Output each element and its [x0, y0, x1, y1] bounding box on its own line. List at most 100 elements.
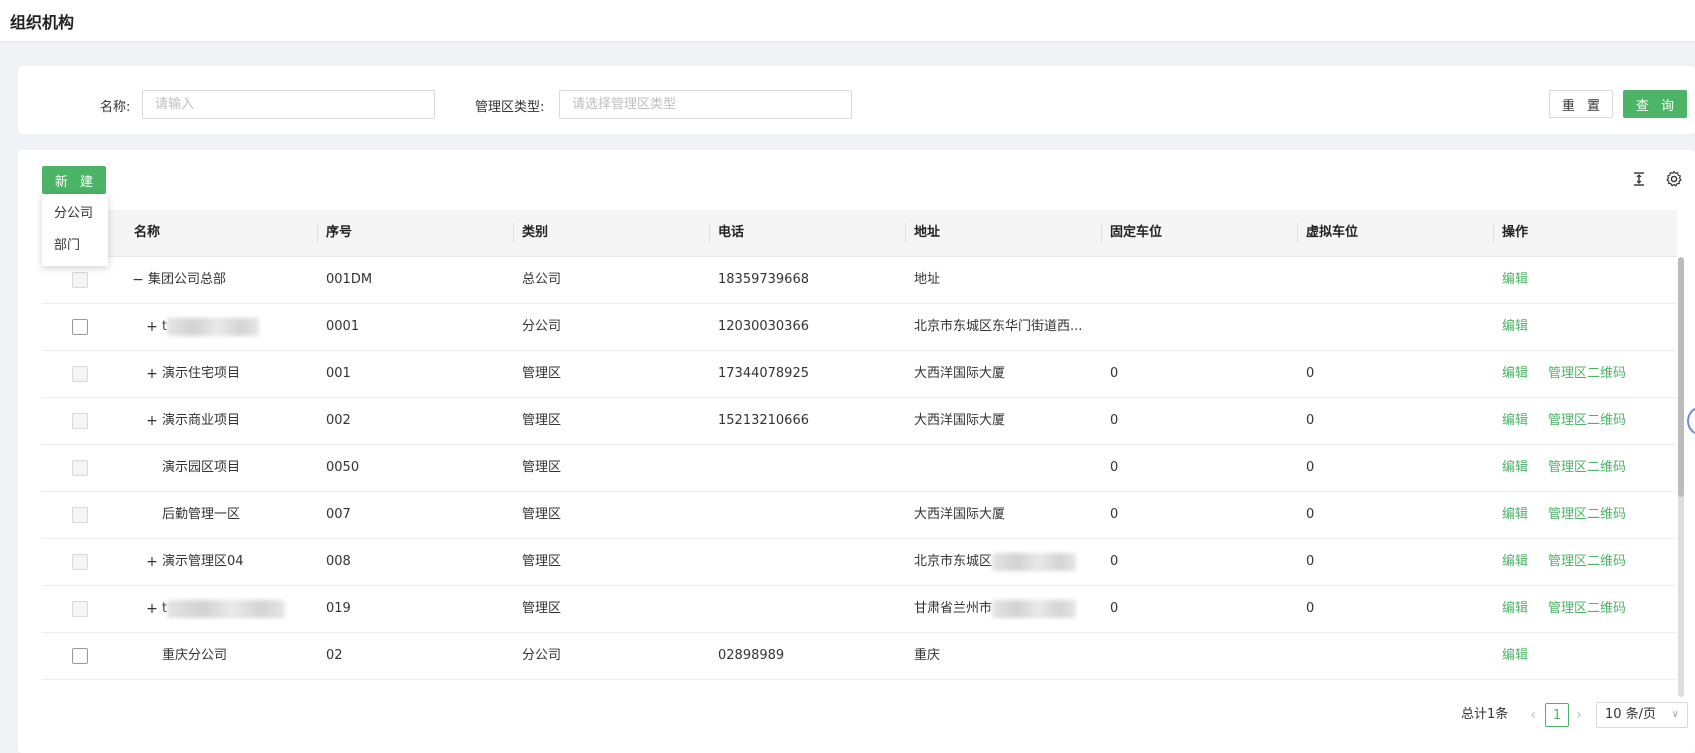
cell-fixed: 0 — [1102, 445, 1292, 491]
next-page-button[interactable]: › — [1571, 703, 1587, 727]
cell-phone — [710, 586, 900, 632]
qr-code-link[interactable]: 管理区二维码 — [1548, 492, 1626, 538]
page-title: 组织机构 — [10, 12, 75, 32]
edit-link[interactable]: 编辑 — [1502, 445, 1528, 491]
redacted-text — [167, 599, 286, 618]
cell-name-text: 演示管理区04 — [162, 554, 244, 569]
cell-virtual-text: 0 — [1306, 366, 1315, 381]
edit-link[interactable]: 编辑 — [1502, 539, 1528, 585]
table-row: + 演示商业项目 002 管理区 15213210666 大西洋国际大厦 0 0 编辑 管理区二维… — [42, 398, 1677, 445]
cell-virtual-text: 0 — [1306, 601, 1315, 616]
edit-link[interactable]: 编辑 — [1502, 586, 1528, 632]
dropdown-item-branch[interactable]: 分公司 — [42, 198, 108, 230]
cell-fixed-text: 0 — [1110, 507, 1119, 522]
column-header-phone: 电话 — [718, 225, 745, 240]
cell-fixed — [1102, 257, 1292, 303]
cell-virtual-text: 0 — [1306, 507, 1315, 522]
qr-code-link[interactable]: 管理区二维码 — [1548, 398, 1626, 444]
page-size-select[interactable]: 10 条/页 ∨ — [1596, 702, 1688, 728]
cell-virtual — [1298, 304, 1488, 350]
vertical-scrollbar[interactable] — [1678, 257, 1684, 697]
chevron-down-icon: ∨ — [1671, 709, 1679, 720]
column-height-icon[interactable] — [1630, 170, 1648, 188]
cell-name: t — [154, 304, 314, 350]
cell-address: 大西洋国际大厦 — [906, 492, 1094, 538]
row-checkbox — [72, 413, 88, 429]
cell-category: 管理区 — [514, 398, 704, 444]
cell-category-text: 管理区 — [522, 460, 562, 475]
qr-code-link[interactable]: 管理区二维码 — [1548, 445, 1626, 491]
cell-category: 管理区 — [514, 539, 704, 585]
cell-serial-text: 019 — [326, 601, 351, 616]
edit-link[interactable]: 编辑 — [1502, 257, 1528, 303]
name-search-input[interactable] — [142, 90, 435, 119]
cell-virtual-text: 0 — [1306, 460, 1315, 475]
cell-fixed: 0 — [1102, 492, 1292, 538]
cell-address: 甘肃省兰州市 — [906, 586, 1094, 632]
cell-name-text: 重庆分公司 — [162, 648, 228, 663]
edit-link[interactable]: 编辑 — [1502, 633, 1528, 679]
edit-link[interactable]: 编辑 — [1502, 398, 1528, 444]
table-body: − 集团公司总部 001DM 总公司 18359739668 地址 编辑 + t 0001 分公司 1… — [42, 257, 1677, 680]
gear-icon[interactable] — [1665, 170, 1683, 188]
cell-category: 分公司 — [514, 633, 704, 679]
qr-code-link[interactable]: 管理区二维码 — [1548, 586, 1626, 632]
page-size-value: 10 条/页 — [1605, 707, 1657, 722]
qr-code-link[interactable]: 管理区二维码 — [1548, 539, 1626, 585]
cell-phone — [710, 445, 900, 491]
cell-serial-text: 02 — [326, 648, 343, 663]
cell-fixed-text: 0 — [1110, 413, 1119, 428]
title-bar: 组织机构 — [0, 0, 1695, 42]
query-button[interactable]: 查 询 — [1623, 90, 1687, 118]
reset-button[interactable]: 重 置 — [1549, 90, 1613, 118]
row-checkbox — [72, 507, 88, 523]
cell-name: 演示住宅项目 — [154, 351, 314, 397]
row-checkbox[interactable] — [72, 319, 88, 335]
row-checkbox — [72, 272, 88, 288]
cell-address: 北京市东城区 — [906, 539, 1094, 585]
new-button[interactable]: 新 建 — [42, 166, 106, 194]
cell-virtual: 0 — [1298, 539, 1488, 585]
cell-fixed: 0 — [1102, 586, 1292, 632]
search-panel: 名称: 管理区类型: 重 置 查 询 — [18, 66, 1695, 134]
cell-serial-text: 008 — [326, 554, 351, 569]
edit-link[interactable]: 编辑 — [1502, 351, 1528, 397]
page-number-1[interactable]: 1 — [1545, 703, 1569, 727]
cell-category: 管理区 — [514, 351, 704, 397]
cell-address: 重庆 — [906, 633, 1094, 679]
cell-phone — [710, 492, 900, 538]
cell-virtual: 0 — [1298, 445, 1488, 491]
table-row: + 演示住宅项目 001 管理区 17344078925 大西洋国际大厦 0 0 编辑 管理区二维… — [42, 351, 1677, 398]
cell-serial: 007 — [318, 492, 508, 538]
row-checkbox — [72, 554, 88, 570]
cell-virtual — [1298, 633, 1488, 679]
qr-code-link[interactable]: 管理区二维码 — [1548, 351, 1626, 397]
edit-link[interactable]: 编辑 — [1502, 492, 1528, 538]
cell-address-text: 大西洋国际大厦 — [914, 366, 1006, 381]
cell-phone: 18359739668 — [710, 257, 900, 303]
cell-serial: 001 — [318, 351, 508, 397]
cell-address-text: 北京市东城区 — [914, 554, 993, 569]
name-label: 名称: — [100, 100, 131, 115]
redacted-text — [992, 599, 1077, 618]
dropdown-item-department[interactable]: 部门 — [42, 230, 108, 262]
cell-serial-text: 002 — [326, 413, 351, 428]
scrollbar-thumb[interactable] — [1678, 257, 1684, 497]
row-checkbox[interactable] — [72, 648, 88, 664]
cell-category: 管理区 — [514, 492, 704, 538]
table-header: 名称 序号 类别 电话 地址 固定车位 虚拟车位 操作 — [42, 210, 1677, 257]
type-select[interactable] — [559, 90, 852, 119]
cell-fixed: 0 — [1102, 398, 1292, 444]
prev-page-button[interactable]: ‹ — [1525, 703, 1541, 727]
type-label: 管理区类型: — [475, 100, 545, 115]
edit-link[interactable]: 编辑 — [1502, 304, 1528, 350]
cell-name: 演示管理区04 — [154, 539, 314, 585]
total-count: 总计1条 — [1461, 707, 1509, 722]
cell-name-text: 后勤管理一区 — [162, 507, 241, 522]
table-row: 演示园区项目 0050 管理区 0 0 编辑 管理区二维码 — [42, 445, 1677, 492]
row-checkbox — [72, 601, 88, 617]
cell-category-text: 总公司 — [522, 272, 562, 287]
cell-phone: 02898989 — [710, 633, 900, 679]
table-row: + t 019 管理区 甘肃省兰州市 0 0 编辑 管理区二维码 — [42, 586, 1677, 633]
cell-address — [906, 445, 1094, 491]
